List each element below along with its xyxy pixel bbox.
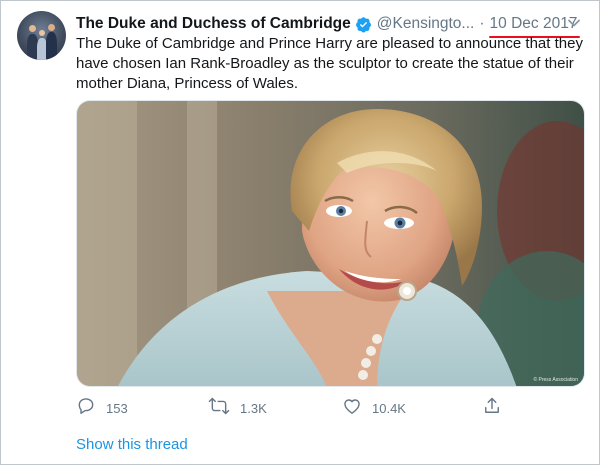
retweet-icon [208, 396, 230, 421]
like-button[interactable]: 10.4K [342, 396, 406, 420]
portrait-photo [77, 101, 584, 386]
verified-badge-icon [355, 16, 372, 33]
heart-icon [342, 396, 362, 421]
chevron-down-icon[interactable] [566, 15, 582, 36]
display-name[interactable]: The Duke and Duchess of Cambridge [76, 15, 351, 33]
avatar[interactable] [17, 11, 66, 60]
timestamp-text: 10 Dec 2017 [489, 15, 578, 32]
tweet-photo[interactable]: © Press Association [76, 100, 585, 387]
retweet-count: 1.3K [240, 400, 267, 416]
like-count: 10.4K [372, 400, 406, 416]
photo-credit: © Press Association [533, 377, 578, 383]
timestamp[interactable]: 10 Dec 2017 [488, 15, 581, 38]
share-button[interactable] [482, 396, 502, 420]
retweet-button[interactable]: 1.3K [208, 396, 267, 420]
reply-count: 153 [106, 400, 128, 416]
tweet-card[interactable]: The Duke and Duchess of Cambridge @Kensi… [0, 0, 600, 465]
tweet-header: The Duke and Duchess of Cambridge @Kensi… [76, 13, 586, 38]
reply-button[interactable]: 153 [76, 396, 128, 420]
tweet-text: The Duke of Cambridge and Prince Harry a… [76, 35, 583, 92]
share-icon [482, 396, 502, 421]
reply-icon [76, 396, 96, 421]
show-thread-link[interactable]: Show this thread [76, 436, 188, 453]
tweet-actions: 153 1.3K 10.4K [76, 396, 506, 420]
separator-dot: · [479, 15, 485, 32]
handle[interactable]: @Kensingto... [377, 15, 475, 33]
